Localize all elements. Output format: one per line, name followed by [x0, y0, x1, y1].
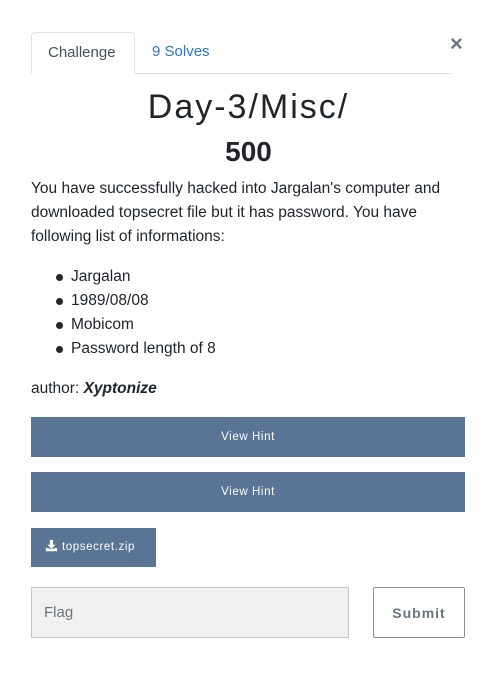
challenge-description: You have successfully hacked into Jargal… [31, 180, 441, 245]
file-label: topsecret.zip [62, 541, 135, 553]
tab-challenge[interactable]: Challenge [31, 32, 135, 74]
list-item: Jargalan [56, 265, 216, 289]
view-hint-button[interactable]: View Hint [31, 417, 465, 457]
author-name: Xyptonize [83, 380, 157, 397]
view-hint-button[interactable]: View Hint [31, 472, 465, 512]
challenge-name: Day-3/Misc/ [147, 88, 350, 126]
close-icon[interactable]: × [450, 33, 466, 55]
download-file-button[interactable]: topsecret.zip [31, 528, 156, 567]
author-label: author: [31, 380, 80, 397]
challenge-tabs: Challenge 9 Solves [31, 32, 451, 74]
download-icon [45, 539, 58, 552]
tab-solves[interactable]: 9 Solves [136, 32, 226, 74]
list-item: Mobicom [56, 313, 216, 337]
list-item: 1989/08/08 [56, 289, 216, 313]
flag-input[interactable] [31, 587, 349, 638]
info-list: Jargalan 1989/08/08 Mobicom Password len… [56, 265, 216, 361]
list-item: Password length of 8 [56, 337, 216, 361]
submit-button[interactable]: Submit [373, 587, 465, 638]
author-line: author: Xyptonize [31, 377, 157, 401]
challenge-value: 500 [225, 136, 272, 167]
challenge-modal: × Challenge 9 Solves Day-3/Misc/ 500 You… [0, 0, 497, 686]
